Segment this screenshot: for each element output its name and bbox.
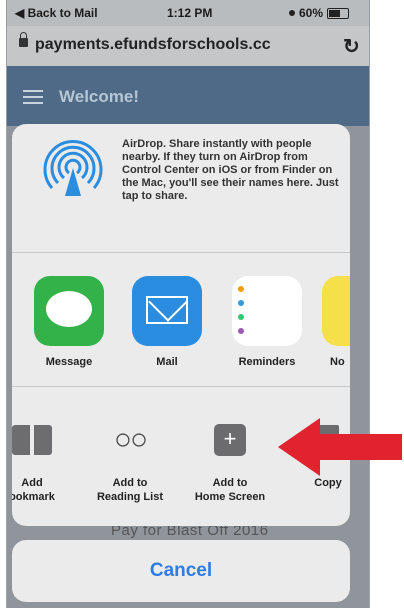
menu-icon[interactable] — [23, 90, 43, 108]
action-add-home-screen[interactable]: + Add to Home Screen — [180, 420, 280, 504]
url-text[interactable]: payments.efundsforschools.cc — [35, 36, 325, 54]
share-app-mail[interactable]: Mail — [122, 276, 212, 368]
address-bar[interactable]: payments.efundsforschools.cc ↻ — [7, 26, 369, 66]
cancel-button[interactable]: Cancel — [12, 540, 350, 602]
reading-glasses-icon: ○○ — [113, 423, 148, 456]
welcome-title: Welcome! — [59, 87, 139, 106]
share-app-reminders[interactable]: Reminders — [222, 276, 312, 368]
app-label: Message — [45, 356, 93, 368]
notes-icon — [322, 276, 350, 346]
action-label: Add to Reading List — [96, 477, 163, 503]
plus-square-icon: + — [214, 424, 246, 456]
battery-percent: 60% — [299, 6, 324, 20]
action-label: Add ookmark — [12, 477, 55, 503]
reminders-icon — [232, 276, 302, 346]
battery-icon — [327, 7, 350, 19]
signal-icon — [289, 10, 295, 16]
status-battery: 60% — [289, 6, 350, 20]
airdrop-description: AirDrop. Share instantly with people nea… — [122, 138, 339, 202]
reload-icon[interactable]: ↻ — [343, 34, 360, 59]
annotation-arrow-icon — [278, 418, 402, 476]
lock-icon — [19, 32, 28, 47]
airdrop-section: AirDrop. Share instantly with people nea… — [12, 124, 350, 253]
back-to-mail-link[interactable]: ◀ Back to Mail — [15, 6, 98, 20]
site-header: Welcome! — [7, 66, 369, 126]
action-label: Add to Home Screen — [194, 477, 266, 503]
app-label: Mail — [156, 356, 178, 368]
airdrop-icon[interactable] — [40, 136, 106, 202]
messages-icon — [34, 276, 104, 346]
bookmark-icon — [12, 425, 52, 455]
share-apps-row: Message Mail Reminders No — [12, 276, 350, 387]
status-time: 1:12 PM — [167, 6, 213, 20]
share-app-message[interactable]: Message — [24, 276, 114, 368]
app-label: No — [330, 356, 345, 368]
app-label: Reminders — [238, 356, 296, 368]
status-bar: ◀ Back to Mail 1:12 PM 60% — [7, 0, 369, 26]
mail-icon — [132, 276, 202, 346]
action-add-reading-list[interactable]: ○○ Add to Reading List — [80, 420, 180, 504]
action-add-bookmark[interactable]: Add ookmark — [12, 420, 82, 504]
share-app-notes[interactable]: No — [312, 276, 350, 368]
